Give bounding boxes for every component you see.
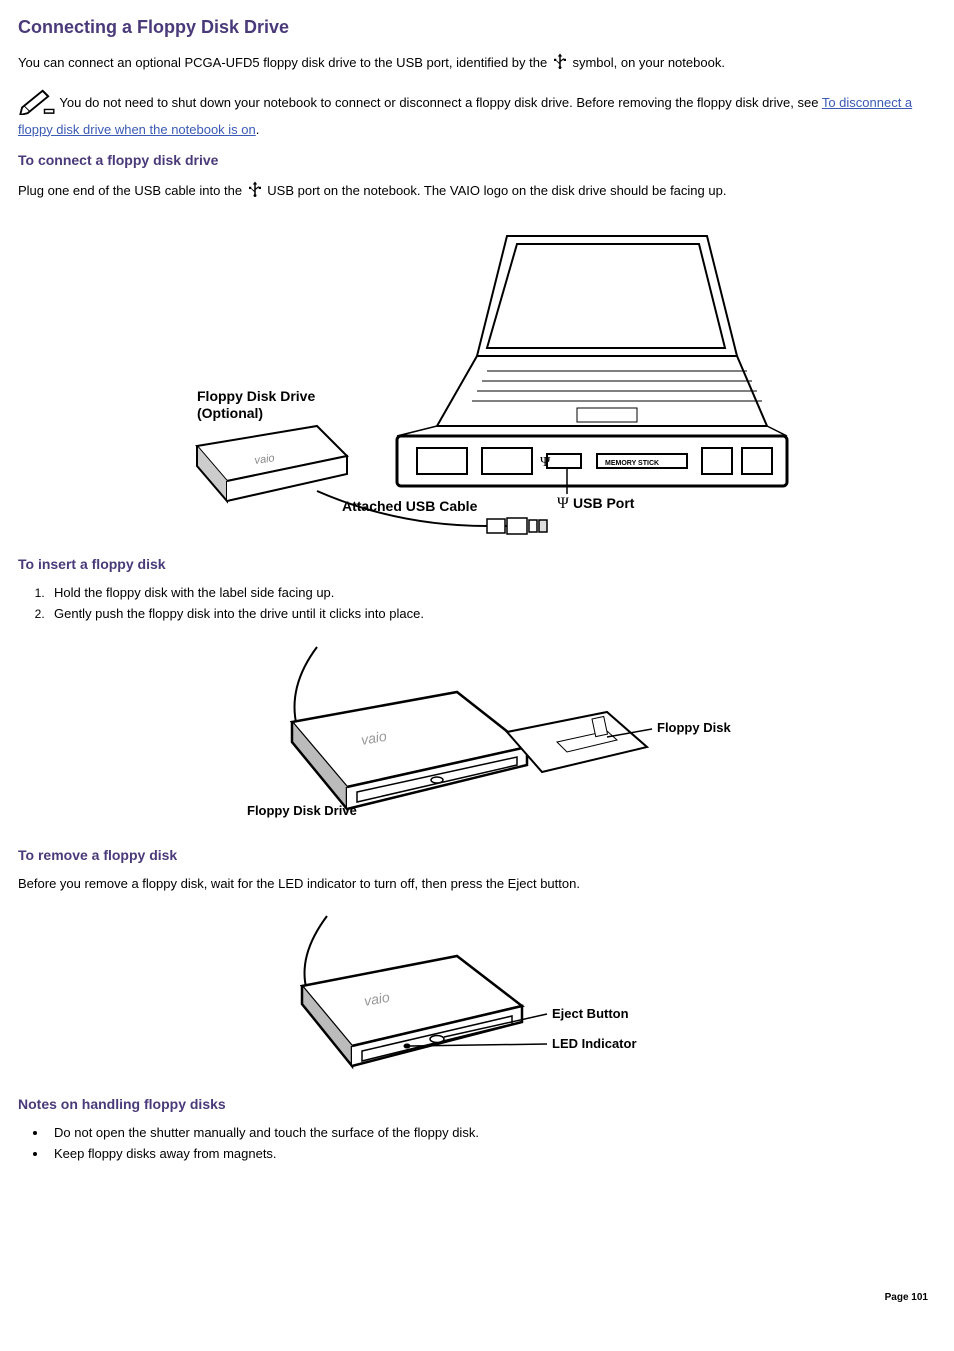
svg-text:Floppy Disk Drive: Floppy Disk Drive [197, 388, 315, 404]
remove-paragraph: Before you remove a floppy disk, wait fo… [18, 875, 936, 893]
insert-heading: To insert a floppy disk [18, 555, 936, 575]
notes-list: Do not open the shutter manually and tou… [48, 1124, 936, 1162]
svg-text:MEMORY STICK: MEMORY STICK [605, 460, 659, 467]
svg-text:LED Indicator: LED Indicator [552, 1036, 637, 1051]
note-paragraph: You do not need to shut down your notebo… [18, 87, 936, 138]
page-title: Connecting a Floppy Disk Drive [18, 15, 936, 40]
svg-text:USB Port: USB Port [573, 495, 635, 511]
connect-text-before: Plug one end of the USB cable into the [18, 183, 246, 198]
list-item: Gently push the floppy disk into the dri… [48, 605, 936, 623]
figure-remove: vaio Eject Button LED Indicator [18, 906, 936, 1081]
remove-heading: To remove a floppy disk [18, 846, 936, 866]
usb-trident-icon [246, 180, 264, 203]
insert-steps-list: Hold the floppy disk with the label side… [48, 584, 936, 622]
connect-text-after: USB port on the notebook. The VAIO logo … [267, 183, 726, 198]
connect-paragraph: Plug one end of the USB cable into the U… [18, 180, 936, 203]
figure-insert: vaio Floppy Disk Drive Floppy Disk [18, 637, 936, 832]
intro-text-before: You can connect an optional PCGA-UFD5 fl… [18, 55, 551, 70]
svg-text:Attached USB Cable: Attached USB Cable [342, 498, 478, 514]
notes-heading: Notes on handling floppy disks [18, 1095, 936, 1115]
note-text-before: You do not need to shut down your notebo… [59, 95, 821, 110]
usb-trident-icon [551, 52, 569, 75]
intro-paragraph: You can connect an optional PCGA-UFD5 fl… [18, 52, 936, 75]
intro-text-after: symbol, on your notebook. [572, 55, 724, 70]
connect-heading: To connect a floppy disk drive [18, 151, 936, 171]
page-number: Page 101 [885, 1291, 928, 1305]
figure-connect: Ψ MEMORY STICK vaio Floppy Disk Drive [18, 216, 936, 541]
list-item: Do not open the shutter manually and tou… [48, 1124, 936, 1142]
svg-text:(Optional): (Optional) [197, 405, 263, 421]
pencil-note-icon [18, 87, 56, 120]
svg-text:Ψ: Ψ [540, 455, 551, 470]
svg-text:Floppy Disk: Floppy Disk [657, 720, 731, 735]
note-text-after: . [256, 122, 260, 137]
svg-text:Eject Button: Eject Button [552, 1006, 629, 1021]
svg-text:Ψ: Ψ [557, 495, 569, 512]
list-item: Hold the floppy disk with the label side… [48, 584, 936, 602]
svg-text:Floppy Disk Drive: Floppy Disk Drive [247, 803, 357, 818]
list-item: Keep floppy disks away from magnets. [48, 1145, 936, 1163]
